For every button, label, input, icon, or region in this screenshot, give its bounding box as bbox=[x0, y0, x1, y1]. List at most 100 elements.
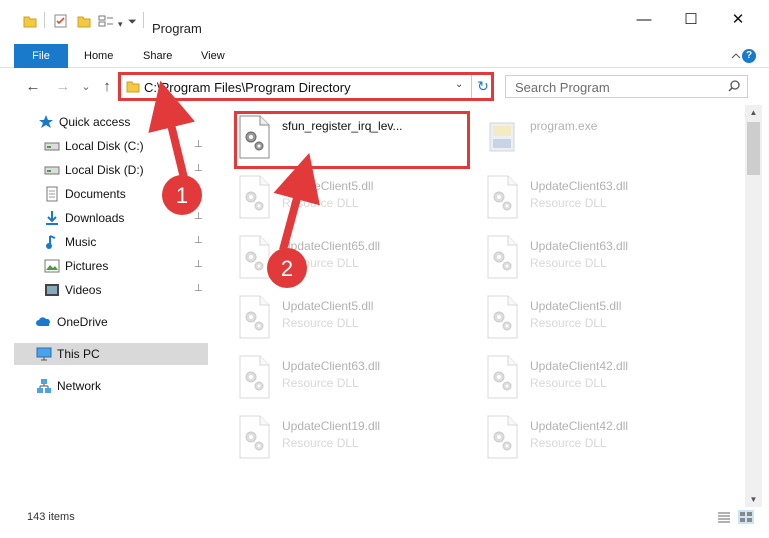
large-icons-view-icon[interactable] bbox=[738, 510, 754, 524]
executable-icon bbox=[489, 122, 515, 152]
sidebar-item-local-disk-c[interactable]: Local Disk (C:) ⊥ bbox=[14, 135, 208, 157]
file-name: UpdateClient63.dll bbox=[282, 359, 381, 373]
sidebar-item-onedrive[interactable]: OneDrive bbox=[14, 311, 208, 333]
file-item[interactable]: UpdateClient42.dll Resource DLL bbox=[484, 409, 724, 465]
music-icon bbox=[46, 235, 56, 249]
minimize-button[interactable]: — bbox=[621, 0, 667, 40]
address-dropdown-icon[interactable]: ⌄ bbox=[455, 79, 463, 90]
help-icon[interactable]: ? bbox=[742, 49, 756, 63]
file-type: Resource DLL bbox=[282, 256, 359, 270]
sidebar-item-quick-access[interactable]: Quick access bbox=[14, 111, 208, 133]
file-item[interactable]: UpdateClient63.dll Resource DLL bbox=[236, 349, 476, 405]
recent-locations-button[interactable]: ⌄ bbox=[79, 77, 93, 97]
address-path[interactable]: C:\Program Files\Program Directory bbox=[144, 80, 351, 95]
tab-share[interactable]: Share bbox=[143, 44, 172, 68]
file-item[interactable]: UpdateClient5.dll Resource DLL bbox=[236, 169, 476, 225]
pin-icon[interactable]: ⊥ bbox=[194, 211, 203, 222]
dll-file-icon bbox=[239, 355, 270, 399]
dll-file-icon bbox=[239, 415, 270, 459]
dll-file-icon bbox=[239, 295, 270, 339]
file-type: Resource DLL bbox=[530, 256, 607, 270]
pin-icon[interactable]: ⊥ bbox=[194, 235, 203, 246]
sidebar-item-documents[interactable]: Documents ⊥ bbox=[14, 183, 208, 205]
close-button[interactable]: ✕ bbox=[715, 0, 761, 40]
dll-file-icon bbox=[487, 355, 518, 399]
pin-icon[interactable]: ⊥ bbox=[194, 187, 203, 198]
sidebar-item-videos[interactable]: Videos ⊥ bbox=[14, 279, 208, 301]
file-name: program.exe bbox=[530, 119, 598, 133]
properties-icon[interactable] bbox=[54, 14, 68, 28]
sidebar-item-local-disk-d[interactable]: Local Disk (D:) ⊥ bbox=[14, 159, 208, 181]
file-type: Resource DLL bbox=[530, 196, 607, 210]
qa-overflow-icon[interactable]: ⏷ bbox=[128, 16, 137, 29]
tab-home[interactable]: Home bbox=[84, 44, 113, 68]
navigation-pane: Quick access Local Disk (C:) ⊥ Local Disk (… bbox=[14, 111, 208, 501]
sidebar-item-label: Documents bbox=[65, 187, 126, 201]
scroll-up-icon[interactable]: ▲ bbox=[745, 105, 762, 120]
dll-file-icon bbox=[487, 175, 518, 219]
tab-view[interactable]: View bbox=[201, 44, 225, 68]
sidebar-item-network[interactable]: Network bbox=[14, 375, 208, 397]
drive-icon bbox=[44, 142, 60, 151]
details-view-icon[interactable] bbox=[716, 510, 732, 524]
qa-dropdown-icon[interactable]: ▾ bbox=[118, 19, 123, 30]
title-divider bbox=[143, 12, 144, 28]
file-type: Resource DLL bbox=[282, 316, 359, 330]
file-item[interactable]: UpdateClient5.dll Resource DLL bbox=[236, 289, 476, 345]
dll-file-icon bbox=[239, 235, 270, 279]
file-name: UpdateClient5.dll bbox=[530, 299, 622, 313]
search-input[interactable]: Search Program bbox=[515, 80, 610, 95]
ribbon-tabs: File Home Share View bbox=[0, 44, 769, 68]
file-name: UpdateClient5.dll bbox=[282, 179, 374, 193]
tab-file[interactable]: File bbox=[14, 44, 68, 68]
sidebar-item-label: Pictures bbox=[65, 259, 109, 273]
file-name: UpdateClient63.dll bbox=[530, 239, 629, 253]
file-item[interactable]: UpdateClient63.dll Resource DLL bbox=[484, 229, 724, 285]
pictures-icon bbox=[44, 259, 60, 273]
customize-toolbar-icon[interactable] bbox=[98, 14, 114, 28]
sidebar-item-label: Local Disk (D:) bbox=[65, 163, 144, 177]
file-item[interactable]: UpdateClient63.dll Resource DLL bbox=[484, 169, 724, 225]
pin-icon[interactable]: ⊥ bbox=[194, 163, 203, 174]
sidebar-item-label: OneDrive bbox=[57, 315, 108, 329]
back-button[interactable]: ← bbox=[24, 77, 42, 97]
maximize-button[interactable]: ☐ bbox=[668, 0, 714, 40]
up-button[interactable]: ↑ bbox=[98, 77, 116, 97]
sidebar-item-music[interactable]: Music ⊥ bbox=[14, 231, 208, 253]
expand-ribbon-icon[interactable] bbox=[731, 52, 741, 60]
file-type: Resource DLL bbox=[530, 316, 607, 330]
scroll-thumb[interactable] bbox=[747, 122, 760, 175]
scroll-down-icon[interactable]: ▼ bbox=[745, 492, 762, 507]
address-separator bbox=[471, 75, 472, 98]
sidebar-item-this-pc[interactable]: This PC bbox=[14, 343, 208, 365]
file-item[interactable]: UpdateClient5.dll Resource DLL bbox=[484, 289, 724, 345]
file-name: UpdateClient42.dll bbox=[530, 359, 629, 373]
highlight-box bbox=[234, 111, 470, 169]
sidebar-item-pictures[interactable]: Pictures ⊥ bbox=[14, 255, 208, 277]
drive-icon bbox=[44, 166, 60, 175]
sidebar-item-downloads[interactable]: Downloads ⊥ bbox=[14, 207, 208, 229]
file-name: UpdateClient5.dll bbox=[282, 299, 374, 313]
search-icon[interactable] bbox=[727, 79, 741, 93]
dll-file-icon bbox=[487, 295, 518, 339]
pin-icon[interactable]: ⊥ bbox=[194, 259, 203, 270]
dll-file-icon bbox=[487, 415, 518, 459]
file-item[interactable]: program.exe bbox=[484, 109, 724, 165]
new-folder-icon[interactable] bbox=[77, 14, 91, 28]
file-type: Resource DLL bbox=[530, 436, 607, 450]
address-bar[interactable]: C:\Program Files\Program Directory ⌄ ↻ bbox=[118, 72, 494, 101]
file-type: Resource DLL bbox=[530, 376, 607, 390]
sidebar-item-label: Downloads bbox=[65, 211, 125, 225]
file-item[interactable]: UpdateClient65.dll Resource DLL bbox=[236, 229, 476, 285]
refresh-button[interactable]: ↻ bbox=[474, 76, 492, 96]
vertical-scrollbar[interactable]: ▲ ▼ bbox=[745, 105, 762, 507]
file-item[interactable]: UpdateClient19.dll Resource DLL bbox=[236, 409, 476, 465]
forward-button[interactable]: → bbox=[54, 77, 72, 97]
pin-icon[interactable]: ⊥ bbox=[194, 283, 203, 294]
folder-icon bbox=[126, 81, 140, 93]
videos-icon bbox=[45, 284, 59, 296]
file-item[interactable]: UpdateClient42.dll Resource DLL bbox=[484, 349, 724, 405]
sidebar-item-label: Quick access bbox=[59, 115, 131, 129]
search-box[interactable]: Search Program bbox=[505, 75, 748, 98]
pin-icon[interactable]: ⊥ bbox=[194, 139, 203, 150]
